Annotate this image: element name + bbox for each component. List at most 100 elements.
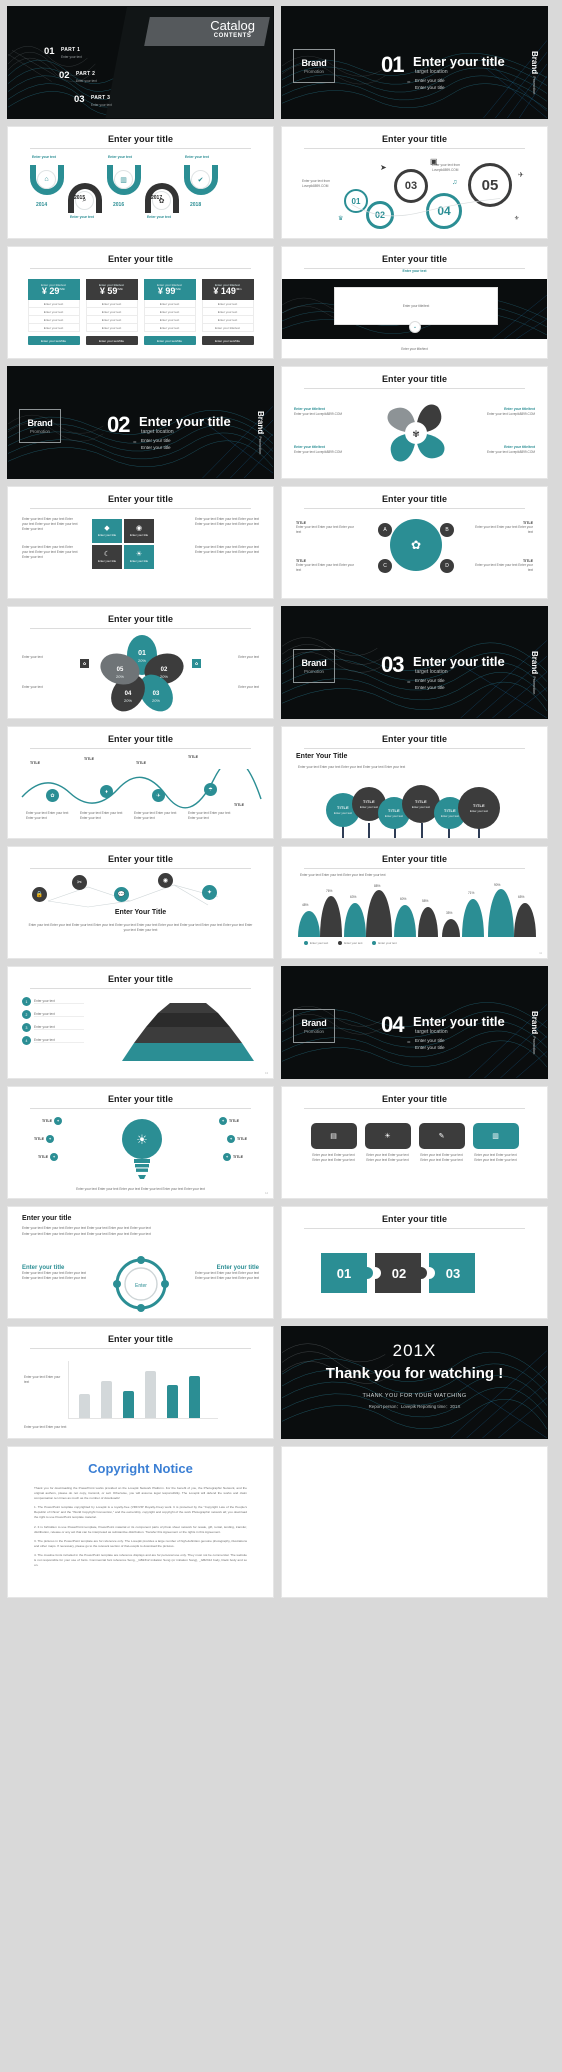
pricing-button[interactable]: Enter your text/title: [27, 336, 80, 345]
slide-puzzle[interactable]: Enter your title 01 02 03: [281, 1206, 548, 1319]
bulb-item-left[interactable]: TITLE ✦: [38, 1153, 58, 1161]
hill-value: 90%: [494, 883, 501, 887]
rsq-item[interactable]: ▥ Enter your text Enter your text Enter …: [472, 1123, 519, 1163]
pricing-row: Enter your text: [27, 308, 80, 316]
pricing-column[interactable]: Enter your title/text ¥ 59/Min Enter you…: [85, 279, 138, 345]
pyramid-step[interactable]: 2 Enter your text: [22, 1010, 84, 1019]
tree-text: Enter your text: [411, 804, 431, 809]
slide-screen-mock[interactable]: Enter your title Enter your text Enter y…: [281, 246, 548, 359]
slide-four-panel[interactable]: Enter your title Enter your text Enter y…: [7, 486, 274, 599]
slide-hex-diagram[interactable]: Enter your title ✿ A B C D TITLE Enter y…: [281, 486, 548, 599]
pyramid-step[interactable]: 3 Enter your text: [22, 1023, 84, 1032]
deck-row-1: Catalog CONTENTS 01 PART 1 Enter your te…: [7, 6, 555, 119]
slide-timeline[interactable]: Enter your title Enter your text Enter y…: [7, 126, 274, 239]
rsq-item[interactable]: ☀ Enter your text Enter your text Enter …: [364, 1123, 411, 1163]
slide-section-03[interactable]: Brand Promotion 03 Enter your title targ…: [281, 606, 548, 719]
slide-circle-diagram[interactable]: Enter your title Enter your text Enter y…: [7, 1206, 274, 1319]
pinwheel-sub: Enter your text Lovepik8899.COM: [294, 412, 343, 417]
lock-icon[interactable]: 🔒: [32, 887, 47, 902]
panel-tile-3[interactable]: ☾ Enter your title: [92, 545, 122, 569]
slide-numbered-circles[interactable]: Enter your title Enter your text from Lo…: [281, 126, 548, 239]
slide-blank[interactable]: [281, 1446, 548, 1598]
slide-catalog[interactable]: Catalog CONTENTS 01 PART 1 Enter your te…: [7, 6, 274, 119]
catalog-item-1[interactable]: 01 PART 1 Enter your text: [44, 47, 82, 59]
bulb-item-right[interactable]: TITLE ✦: [219, 1117, 239, 1125]
wave-node-icon[interactable]: ✈: [152, 789, 165, 802]
svg-text:20%: 20%: [138, 658, 146, 663]
hex-node-b[interactable]: B: [440, 523, 454, 537]
slide-wave-nodes[interactable]: Enter your title TITLE TITLE TITLE TITLE…: [7, 726, 274, 839]
slide-pinwheel[interactable]: Enter your title ✾ Enter your title/text…: [281, 366, 548, 479]
globe-icon[interactable]: ◉: [158, 873, 173, 888]
panel-tile-4[interactable]: ☀ Enter your title: [124, 545, 154, 569]
slide-pricing-table[interactable]: Enter your title Enter your title/text ¥…: [7, 246, 274, 359]
section-bullet: Enter your title: [415, 678, 445, 683]
side-brand-tagline: Promotion: [258, 436, 262, 455]
wave-node-icon[interactable]: ♦: [100, 785, 113, 798]
svg-text:20%: 20%: [124, 698, 132, 703]
bulb-item-right[interactable]: TITLE ✦: [227, 1135, 247, 1143]
pricing-column[interactable]: Enter your title/text ¥ 29/Min Enter you…: [27, 279, 80, 345]
pricing-column[interactable]: Enter your title/text ¥ 99/Min Enter you…: [143, 279, 196, 345]
slide-flower-chart[interactable]: Enter your title 01 20% 02 20% 03 20% 04…: [7, 606, 274, 719]
pricing-column[interactable]: Enter your title/text ¥ 149/Min Enter yo…: [201, 279, 254, 345]
rsq-item[interactable]: ✎ Enter your text Enter your text Enter …: [418, 1123, 465, 1163]
chat-icon[interactable]: 💬: [114, 887, 129, 902]
tree-text: Enter your text: [469, 808, 489, 813]
circle-left-body: Enter your text Enter your text Enter yo…: [22, 1271, 86, 1280]
panel-tile-2[interactable]: ◉ Enter your title: [124, 519, 154, 543]
rsq-item[interactable]: ▤ Enter your text Enter your text Enter …: [310, 1123, 357, 1163]
page-number: 13: [265, 1072, 268, 1075]
legend-label: Enter your text: [378, 941, 397, 945]
wave-node-icon[interactable]: ✿: [46, 789, 59, 802]
screen-caption: Enter your title/text: [402, 304, 430, 308]
timeline-icon-home[interactable]: ⌂: [37, 170, 56, 189]
timeline-icon-check[interactable]: ✔: [191, 170, 210, 189]
bar: [101, 1381, 112, 1418]
slide-hills-chart[interactable]: Enter your title Enter your text Enter y…: [281, 846, 548, 959]
slide-bulb[interactable]: Enter your title TITLE ✦ TITLE ✦ TITLE ✦…: [7, 1086, 274, 1199]
slide-section-04[interactable]: Brand Promotion 04 Enter your title targ…: [281, 966, 548, 1079]
hex-node-c[interactable]: C: [378, 559, 392, 573]
tree-bubble[interactable]: TITLE Enter your text: [458, 787, 500, 829]
panel-tile-1[interactable]: ◆ Enter your title: [92, 519, 122, 543]
bulb-icon: ☀: [364, 1123, 411, 1149]
puzzle-graphic[interactable]: 01 02 03: [315, 1247, 515, 1299]
side-brand-name: Brand: [530, 1011, 539, 1035]
wave-node-icon[interactable]: ☂: [204, 783, 217, 796]
hill-value: 35%: [446, 911, 453, 915]
bulb-label: TITLE: [237, 1137, 247, 1141]
network-heading: Enter Your Title: [114, 909, 167, 916]
slide-copyright[interactable]: Copyright Notice Thank you for downloadi…: [7, 1446, 274, 1598]
flower-marker: ✿: [80, 659, 89, 668]
hex-node-d[interactable]: D: [440, 559, 454, 573]
wrench-icon[interactable]: ✂: [72, 875, 87, 890]
bulb-item-left[interactable]: TITLE ✦: [34, 1135, 54, 1143]
bulb-item-right[interactable]: TITLE ✦: [223, 1153, 243, 1161]
slide-trees[interactable]: Enter your title Enter Your Title Enter …: [281, 726, 548, 839]
timeline-icon-chart[interactable]: ▥: [114, 170, 133, 189]
catalog-item-2[interactable]: 02 PART 2 Enter your text: [59, 71, 97, 83]
shield-icon[interactable]: ✦: [202, 885, 217, 900]
slide-thank-you[interactable]: 201X Thank you for watching ! THANK YOU …: [281, 1326, 548, 1439]
svg-text:✾: ✾: [412, 429, 420, 439]
slide-network[interactable]: Enter your title 🔒 ✂ 💬 ◉ ✦ Enter Your Ti…: [7, 846, 274, 959]
pyramid-step[interactable]: 1 Enter your text: [22, 997, 84, 1006]
pyramid-step[interactable]: 4 Enter your text: [22, 1036, 84, 1045]
slide-rounded-squares[interactable]: Enter your title ▤ Enter your text Enter…: [281, 1086, 548, 1199]
pricing-button[interactable]: Enter your text/title: [143, 336, 196, 345]
pricing-button[interactable]: Enter your text/title: [201, 336, 254, 345]
slide-section-02[interactable]: Brand Promotion 02 Enter your title targ…: [7, 366, 274, 479]
bulb-item-left[interactable]: TITLE ✦: [42, 1117, 62, 1125]
slide-bar-chart[interactable]: Enter your title Enter your text Enter y…: [7, 1326, 274, 1439]
title-rule: [304, 868, 525, 869]
pricing-button[interactable]: Enter your text/title: [85, 336, 138, 345]
slide-pyramid[interactable]: Enter your title 1 Enter your text 2 Ent…: [7, 966, 274, 1079]
catalog-item-3[interactable]: 03 PART 3 Enter your text: [74, 95, 112, 107]
hex-node-a[interactable]: A: [378, 523, 392, 537]
screen-card[interactable]: Enter your title/text: [334, 287, 498, 325]
hill-value: 76%: [326, 889, 333, 893]
page-number: 14: [265, 1192, 268, 1195]
slide-section-01[interactable]: Brand Promotion 01 Enter your title targ…: [281, 6, 548, 119]
hill-shape: [442, 919, 460, 937]
